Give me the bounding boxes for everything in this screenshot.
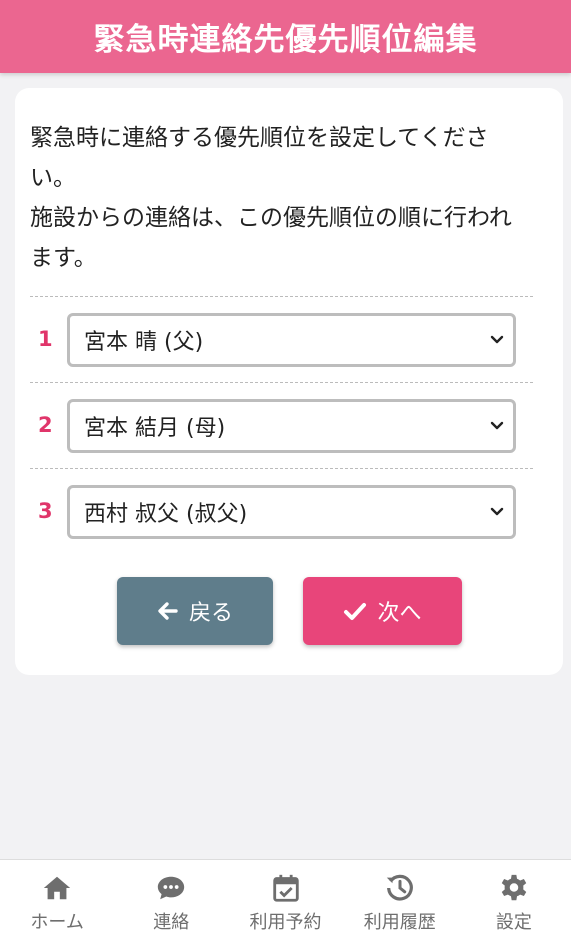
priority-number: 2: [38, 413, 53, 437]
priority-number: 3: [38, 499, 53, 523]
select-value: 宮本 晴 (父): [84, 330, 204, 355]
chevron-down-icon: [490, 507, 504, 516]
priority-select-1[interactable]: 宮本 晴 (父): [67, 313, 516, 367]
app-header: 緊急時連絡先優先順位編集: [0, 0, 571, 73]
nav-item-contact[interactable]: 連絡: [114, 860, 228, 934]
nav-label: 連絡: [153, 912, 190, 933]
nav-label: 設定: [495, 912, 532, 933]
gear-icon: [501, 874, 527, 901]
page-title: 緊急時連絡先優先順位編集: [93, 22, 478, 58]
chat-icon: [158, 876, 185, 900]
bottom-navigation: ホーム 連絡 利用予約 利用履歴 設定: [0, 859, 571, 934]
nav-item-history[interactable]: 利用履歴: [343, 860, 457, 934]
priority-row-3: 3 西村 叔父 (叔父): [30, 468, 533, 554]
history-icon: [386, 874, 413, 901]
back-button[interactable]: 戻る: [117, 577, 273, 645]
description-text: 緊急時に連絡する優先順位を設定してくださ い。 施設からの連絡は、この優先順位の…: [30, 118, 540, 278]
nav-label: 利用予約: [249, 912, 322, 933]
nav-label: 利用履歴: [363, 912, 436, 933]
priority-row-1: 1 宮本 晴 (父): [30, 296, 533, 382]
priority-list: 1 宮本 晴 (父) 2 宮本 結月 (母) 3 西村 叔父 (叔父): [30, 296, 533, 554]
back-button-label: 戻る: [188, 601, 233, 626]
description-line: 施設からの連絡は、この優先順位の順に行われ: [30, 205, 512, 231]
arrow-left-icon: [158, 602, 178, 620]
select-value: 宮本 結月 (母): [84, 416, 226, 441]
priority-select-3[interactable]: 西村 叔父 (叔父): [67, 485, 516, 539]
nav-item-home[interactable]: ホーム: [0, 860, 114, 934]
nav-label: ホーム: [30, 912, 84, 933]
home-icon: [43, 876, 71, 900]
description-line: ます。: [30, 245, 97, 271]
nav-item-settings[interactable]: 設定: [457, 860, 571, 934]
chevron-down-icon: [490, 335, 504, 344]
description-line: 緊急時に連絡する優先順位を設定してくださ: [30, 125, 489, 151]
priority-card: 緊急時に連絡する優先順位を設定してくださ い。 施設からの連絡は、この優先順位の…: [15, 88, 563, 675]
check-icon: [344, 603, 367, 620]
chevron-down-icon: [490, 421, 504, 430]
description-line: い。: [30, 165, 76, 191]
select-value: 西村 叔父 (叔父): [84, 502, 248, 527]
priority-select-2[interactable]: 宮本 結月 (母): [67, 399, 516, 453]
next-button[interactable]: 次へ: [303, 577, 462, 645]
calendar-check-icon: [272, 874, 299, 902]
priority-number: 1: [38, 327, 53, 351]
priority-row-2: 2 宮本 結月 (母): [30, 382, 533, 468]
next-button-label: 次へ: [377, 601, 422, 626]
nav-item-reservation[interactable]: 利用予約: [228, 860, 342, 934]
